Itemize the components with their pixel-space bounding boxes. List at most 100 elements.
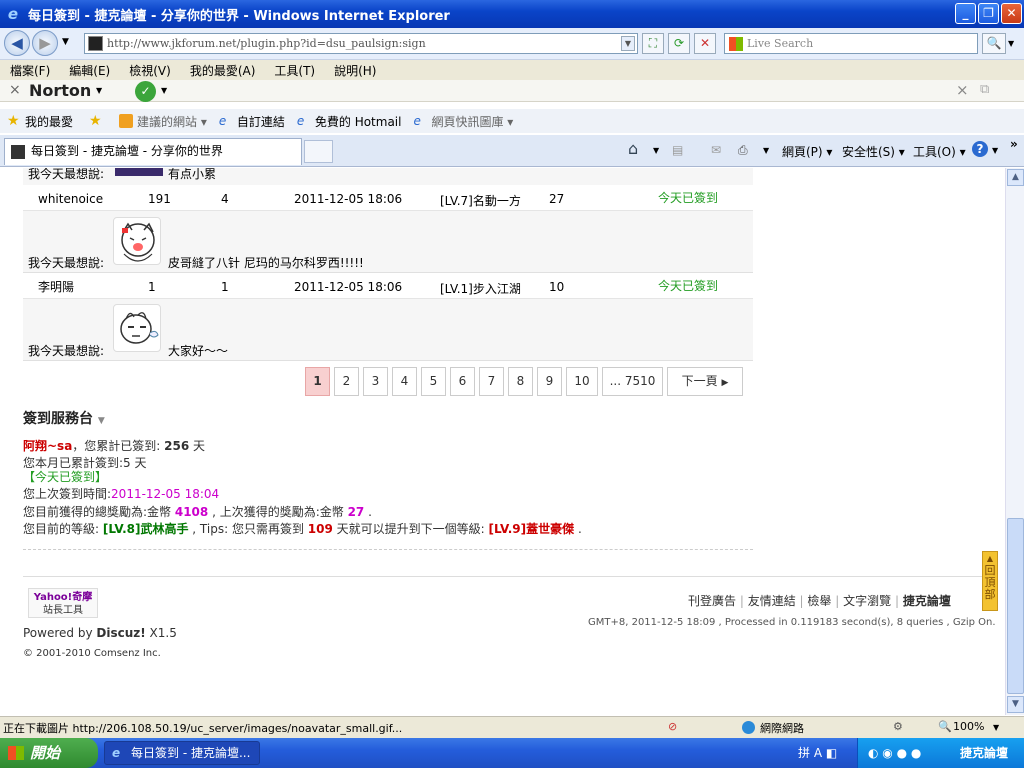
yahoo-badge-line: Yahoo!奇摩 <box>33 592 93 603</box>
fav-item-webslice[interactable]: e 網頁快訊圖庫 ▾ <box>413 113 513 130</box>
home-icon[interactable]: ⌂ <box>628 139 638 158</box>
protected-mode-icon[interactable]: ⚙ <box>893 720 903 733</box>
taskbar-item-ie[interactable]: e 每日簽到 - 捷克論壇... <box>104 741 260 765</box>
avatar <box>115 168 163 176</box>
feeds-icon[interactable]: ▤ <box>672 143 683 157</box>
ime-indicator[interactable]: 拼 A ◧ <box>798 738 837 768</box>
star-icon: ★ <box>7 113 20 129</box>
zoom-dropdown-icon[interactable]: ▼ <box>993 723 999 732</box>
more-commands-icon[interactable]: » <box>1010 137 1018 151</box>
chevron-down-icon[interactable]: ▼ <box>98 416 105 426</box>
print-dropdown-icon[interactable]: ▼ <box>763 146 769 155</box>
back-to-top-button[interactable]: ▲ 回頂部 <box>982 551 998 611</box>
page-6-button[interactable]: 6 <box>450 367 475 396</box>
status-text: 正在下載圖片 http://206.108.50.19/uc_server/im… <box>3 722 403 735</box>
tab-current[interactable]: 每日簽到 - 捷克論壇 - 分享你的世界 <box>4 138 302 165</box>
close-icon[interactable]: × <box>956 81 969 99</box>
home-dropdown-icon[interactable]: ▼ <box>653 146 659 155</box>
menu-edit[interactable]: 編輯(E) <box>69 62 110 79</box>
page-3-button[interactable]: 3 <box>363 367 388 396</box>
scroll-down-icon[interactable]: ▼ <box>1007 696 1024 713</box>
minimize-button[interactable]: _ <box>955 3 976 24</box>
page-1-button[interactable]: 1 <box>305 367 330 396</box>
page-9-button[interactable]: 9 <box>537 367 562 396</box>
menu-help[interactable]: 說明(H) <box>334 62 376 79</box>
footer-link-report[interactable]: 檢舉 <box>807 594 831 608</box>
popup-blocker-icon[interactable]: ⊘ <box>668 720 677 733</box>
fav-item-custom-links[interactable]: e 自訂連結 <box>219 113 285 130</box>
yahoo-webmaster-badge[interactable]: Yahoo!奇摩 站長工具 <box>28 588 98 618</box>
close-toolbar-icon[interactable]: × <box>9 82 21 98</box>
suggested-sites-icon <box>119 114 134 128</box>
footer-link-friends[interactable]: 友情連結 <box>748 594 796 608</box>
vertical-scrollbar[interactable]: ▲ ▼ <box>1005 168 1024 715</box>
menu-favorites[interactable]: 我的最愛(A) <box>190 62 256 79</box>
stop-button[interactable]: ✕ <box>694 33 716 54</box>
user-level: [LV.1]步入江湖 <box>440 282 521 296</box>
address-dropdown-icon[interactable]: ▼ <box>621 36 635 51</box>
tools-menu-button[interactable]: 工具(O) ▾ <box>913 143 966 160</box>
search-button[interactable]: 🔍 <box>982 33 1006 54</box>
system-tray: 拼 A ◧ ◐ ◉ ● ● 捷克論壇 <box>798 738 1024 768</box>
new-tab-button[interactable] <box>304 140 333 163</box>
history-dropdown-icon[interactable]: ▼ <box>62 37 69 47</box>
add-favorite-button[interactable]: ★ <box>89 114 107 128</box>
page-5-button[interactable]: 5 <box>421 367 446 396</box>
tab-title: 每日簽到 - 捷克論壇 - 分享你的世界 <box>31 144 223 158</box>
address-input[interactable]: http://www.jkforum.net/plugin.php?id=dsu… <box>84 33 638 54</box>
page-8-button[interactable]: 8 <box>508 367 533 396</box>
help-dropdown-icon[interactable]: ▼ <box>992 146 998 155</box>
menu-tools[interactable]: 工具(T) <box>274 62 315 79</box>
refresh-button[interactable]: ⟳ <box>668 33 690 54</box>
sign-time: 2011-12-05 18:06 <box>294 280 403 294</box>
page-2-button[interactable]: 2 <box>334 367 359 396</box>
page-10-button[interactable]: 10 <box>566 367 598 396</box>
footer-link-text-view[interactable]: 文字瀏覽 <box>843 594 891 608</box>
fav-item-hotmail[interactable]: e 免費的 Hotmail <box>297 113 402 130</box>
back-button[interactable]: ◀ <box>4 30 30 56</box>
address-toolbar: ◀ ▶ ▼ http://www.jkforum.net/plugin.php?… <box>0 28 1024 60</box>
forward-button[interactable]: ▶ <box>32 30 58 56</box>
page-7-button[interactable]: 7 <box>479 367 504 396</box>
page-last-button[interactable]: ... 7510 <box>602 367 663 396</box>
norton-dropdown-icon[interactable]: ▼ <box>96 86 102 95</box>
service-last-time-line: 您上次簽到時間:2011-12-05 18:04 <box>23 485 219 502</box>
norton-settings-icon[interactable]: ⧉ <box>980 82 989 97</box>
ie-page-icon: e <box>218 114 227 128</box>
norton-status-dropdown-icon[interactable]: ▼ <box>161 86 167 95</box>
user-name[interactable]: 李明陽 <box>38 278 74 295</box>
scroll-up-icon[interactable]: ▲ <box>1007 169 1024 186</box>
footer-link-ads[interactable]: 刊登廣告 <box>688 594 736 608</box>
compat-view-button[interactable]: ⛶ <box>642 33 664 54</box>
server-info: GMT+8, 2011-12-5 18:09 , Processed in 0.… <box>588 617 996 628</box>
search-options-icon[interactable]: ▼ <box>1008 39 1014 48</box>
safety-menu-button[interactable]: 安全性(S) ▾ <box>842 143 905 160</box>
next-page-button[interactable]: 下一頁 ▶ <box>667 367 743 396</box>
scrollbar-thumb[interactable] <box>1007 518 1024 694</box>
norton-check-icon[interactable]: ✓ <box>135 81 156 102</box>
tray-app-label[interactable]: 捷克論壇 <box>960 738 1008 768</box>
page-4-button[interactable]: 4 <box>392 367 417 396</box>
close-button[interactable]: ✕ <box>1001 3 1022 24</box>
site-favicon-icon <box>88 36 103 51</box>
mail-icon[interactable]: ✉ <box>711 143 721 157</box>
fav-item-suggested[interactable]: 建議的網站 ▾ <box>119 113 207 130</box>
zoom-level[interactable]: 100% <box>953 720 984 733</box>
service-text: . <box>574 522 582 536</box>
footer-link-home[interactable]: 捷克論壇 <box>903 594 951 608</box>
search-input[interactable]: Live Search <box>724 33 978 54</box>
status-badge: 今天已簽到 <box>658 279 719 293</box>
menu-view[interactable]: 檢視(V) <box>129 62 171 79</box>
page-menu-button[interactable]: 網頁(P) ▾ <box>782 143 832 160</box>
norton-logo[interactable]: Norton <box>29 81 91 100</box>
start-button[interactable]: 開始 <box>0 738 98 768</box>
menu-file[interactable]: 檔案(F) <box>10 62 50 79</box>
discuz-link[interactable]: Discuz! <box>96 626 145 640</box>
current-user[interactable]: 阿翔~sa <box>23 439 72 453</box>
favorites-button[interactable]: ★ 我的最愛 <box>7 113 73 130</box>
restore-button[interactable]: ❐ <box>978 3 999 24</box>
user-name[interactable]: whitenoice <box>38 192 103 206</box>
print-icon[interactable]: ⎙ <box>738 143 748 158</box>
tray-icons[interactable]: ◐ ◉ ● ● <box>868 738 921 768</box>
help-icon[interactable]: ? <box>972 141 988 157</box>
